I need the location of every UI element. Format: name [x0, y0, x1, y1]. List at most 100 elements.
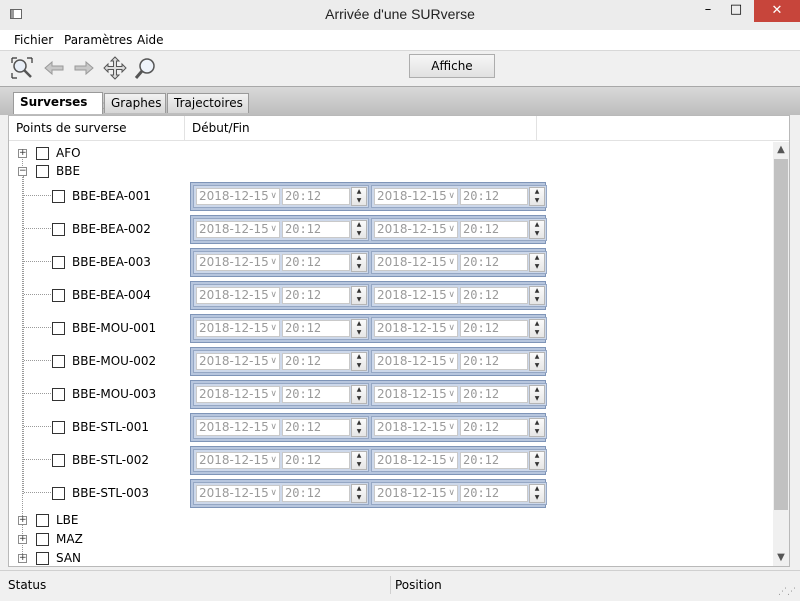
move-icon[interactable]: [103, 56, 127, 80]
checkbox-afo[interactable]: [36, 147, 49, 160]
chevron-down-icon[interactable]: ∨: [270, 321, 277, 336]
tree-item-bbe-mou-003[interactable]: BBE-MOU-003: [9, 380, 184, 409]
end-time-spinner[interactable]: ▲ ▼: [529, 484, 545, 503]
tab-surverses[interactable]: Surverses ✕: [13, 92, 112, 114]
end-time-spinner[interactable]: ▲ ▼: [529, 187, 545, 206]
minimize-button[interactable]: –: [694, 0, 722, 22]
spin-up-arrow-icon[interactable]: ▲: [352, 221, 366, 229]
scroll-thumb[interactable]: [774, 159, 788, 510]
spin-up-arrow-icon[interactable]: ▲: [530, 485, 544, 493]
spin-down-arrow-icon[interactable]: ▼: [352, 197, 366, 205]
chevron-down-icon[interactable]: ∨: [270, 222, 277, 237]
scroll-up-arrow-icon[interactable]: ▲: [773, 142, 789, 158]
start-date-picker[interactable]: 2018-12-15 ∨: [196, 452, 280, 469]
arrow-right-icon[interactable]: [72, 56, 96, 80]
chevron-down-icon[interactable]: ∨: [270, 387, 277, 402]
start-time-field[interactable]: 20:12: [282, 221, 350, 238]
chevron-down-icon[interactable]: ∨: [448, 288, 455, 303]
spin-up-arrow-icon[interactable]: ▲: [530, 353, 544, 361]
tree-group-lbe[interactable]: + LBE: [9, 512, 309, 530]
spin-up-arrow-icon[interactable]: ▲: [352, 320, 366, 328]
spin-down-arrow-icon[interactable]: ▼: [352, 362, 366, 370]
checkbox-maz[interactable]: [36, 533, 49, 546]
start-time-field[interactable]: 20:12: [282, 320, 350, 337]
expand-icon[interactable]: +: [18, 535, 27, 544]
start-time-spinner[interactable]: ▲ ▼: [351, 385, 367, 404]
start-time-spinner[interactable]: ▲ ▼: [351, 286, 367, 305]
start-time-field[interactable]: 20:12: [282, 353, 350, 370]
expand-icon[interactable]: +: [18, 516, 27, 525]
spin-down-arrow-icon[interactable]: ▼: [530, 362, 544, 370]
tree-item-bbe-bea-004[interactable]: BBE-BEA-004: [9, 281, 184, 310]
spin-up-arrow-icon[interactable]: ▲: [530, 320, 544, 328]
end-time-spinner[interactable]: ▲ ▼: [529, 451, 545, 470]
tree-group-san[interactable]: + SAN: [9, 550, 309, 566]
end-time-field[interactable]: 20:12: [460, 485, 528, 502]
spin-down-arrow-icon[interactable]: ▼: [530, 428, 544, 436]
tree-group-bbe[interactable]: − BBE: [9, 163, 309, 181]
spin-up-arrow-icon[interactable]: ▲: [352, 419, 366, 427]
chevron-down-icon[interactable]: ∨: [448, 453, 455, 468]
spin-up-arrow-icon[interactable]: ▲: [352, 254, 366, 262]
chevron-down-icon[interactable]: ∨: [270, 420, 277, 435]
spin-down-arrow-icon[interactable]: ▼: [530, 461, 544, 469]
chevron-down-icon[interactable]: ∨: [448, 387, 455, 402]
spin-up-arrow-icon[interactable]: ▲: [530, 287, 544, 295]
chevron-down-icon[interactable]: ∨: [270, 255, 277, 270]
end-time-field[interactable]: 20:12: [460, 452, 528, 469]
arrow-left-icon[interactable]: [42, 56, 66, 80]
end-time-spinner[interactable]: ▲ ▼: [529, 220, 545, 239]
checkbox-bbe-bea-001[interactable]: [52, 190, 65, 203]
spin-down-arrow-icon[interactable]: ▼: [352, 461, 366, 469]
spin-down-arrow-icon[interactable]: ▼: [530, 395, 544, 403]
start-date-picker[interactable]: 2018-12-15 ∨: [196, 188, 280, 205]
menu-parametres[interactable]: Paramètres: [64, 33, 132, 47]
spin-up-arrow-icon[interactable]: ▲: [352, 188, 366, 196]
checkbox-bbe-bea-002[interactable]: [52, 223, 65, 236]
start-time-spinner[interactable]: ▲ ▼: [351, 451, 367, 470]
end-time-field[interactable]: 20:12: [460, 320, 528, 337]
spin-down-arrow-icon[interactable]: ▼: [352, 296, 366, 304]
end-date-picker[interactable]: 2018-12-15 ∨: [374, 386, 458, 403]
spin-down-arrow-icon[interactable]: ▼: [352, 494, 366, 502]
spin-up-arrow-icon[interactable]: ▲: [530, 221, 544, 229]
end-time-spinner[interactable]: ▲ ▼: [529, 286, 545, 305]
spin-up-arrow-icon[interactable]: ▲: [530, 419, 544, 427]
chevron-down-icon[interactable]: ∨: [448, 486, 455, 501]
chevron-down-icon[interactable]: ∨: [448, 189, 455, 204]
chevron-down-icon[interactable]: ∨: [270, 288, 277, 303]
end-date-picker[interactable]: 2018-12-15 ∨: [374, 353, 458, 370]
start-time-field[interactable]: 20:12: [282, 452, 350, 469]
start-time-field[interactable]: 20:12: [282, 485, 350, 502]
start-time-field[interactable]: 20:12: [282, 254, 350, 271]
chevron-down-icon[interactable]: ∨: [448, 354, 455, 369]
spin-down-arrow-icon[interactable]: ▼: [530, 263, 544, 271]
tree-group-maz[interactable]: + MAZ: [9, 531, 309, 549]
end-date-picker[interactable]: 2018-12-15 ∨: [374, 485, 458, 502]
resize-grip-icon[interactable]: ⋰⋰: [778, 587, 796, 597]
spin-down-arrow-icon[interactable]: ▼: [352, 428, 366, 436]
checkbox-bbe-mou-003[interactable]: [52, 388, 65, 401]
spin-down-arrow-icon[interactable]: ▼: [530, 296, 544, 304]
start-time-spinner[interactable]: ▲ ▼: [351, 484, 367, 503]
end-date-picker[interactable]: 2018-12-15 ∨: [374, 221, 458, 238]
end-time-field[interactable]: 20:12: [460, 353, 528, 370]
tree-item-bbe-mou-001[interactable]: BBE-MOU-001: [9, 314, 184, 343]
spin-up-arrow-icon[interactable]: ▲: [530, 254, 544, 262]
zoom-icon[interactable]: [134, 56, 158, 80]
tree-item-bbe-stl-003[interactable]: BBE-STL-003: [9, 479, 184, 508]
chevron-down-icon[interactable]: ∨: [448, 321, 455, 336]
tab-graphes[interactable]: Graphes: [104, 93, 166, 113]
tree-item-bbe-stl-002[interactable]: BBE-STL-002: [9, 446, 184, 475]
menu-fichier[interactable]: Fichier: [14, 33, 53, 47]
chevron-down-icon[interactable]: ∨: [448, 420, 455, 435]
end-time-field[interactable]: 20:12: [460, 221, 528, 238]
end-date-picker[interactable]: 2018-12-15 ∨: [374, 287, 458, 304]
end-time-spinner[interactable]: ▲ ▼: [529, 253, 545, 272]
spin-down-arrow-icon[interactable]: ▼: [352, 395, 366, 403]
spin-down-arrow-icon[interactable]: ▼: [352, 230, 366, 238]
end-date-picker[interactable]: 2018-12-15 ∨: [374, 254, 458, 271]
start-date-picker[interactable]: 2018-12-15 ∨: [196, 254, 280, 271]
spin-up-arrow-icon[interactable]: ▲: [530, 386, 544, 394]
spin-down-arrow-icon[interactable]: ▼: [352, 263, 366, 271]
